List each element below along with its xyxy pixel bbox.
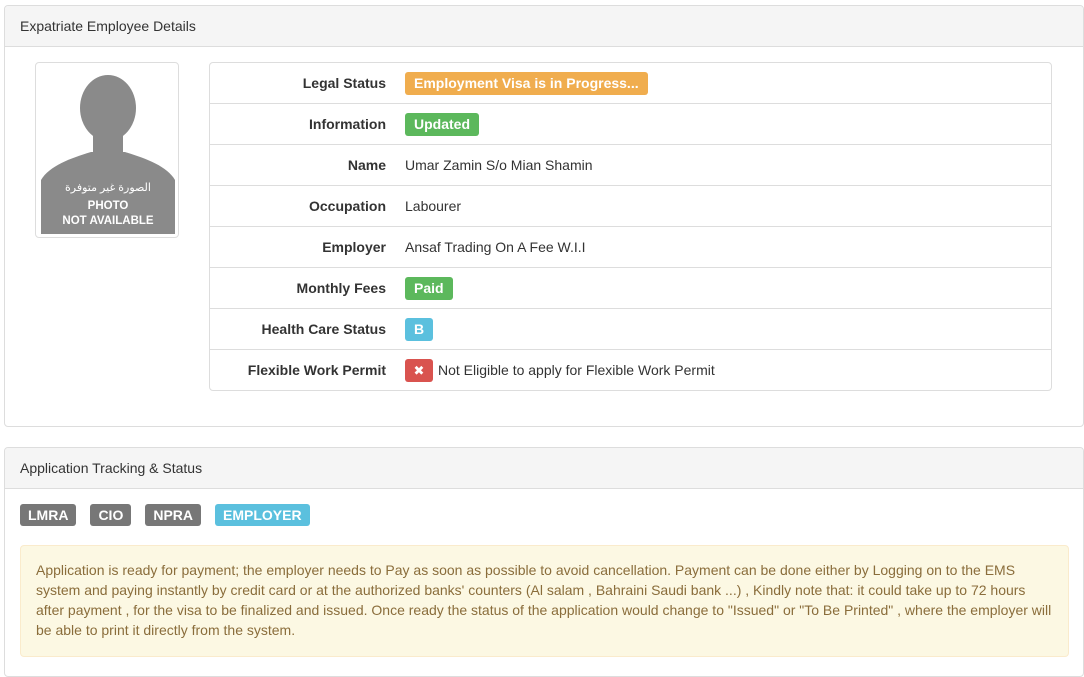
row-label: Occupation	[308, 198, 386, 214]
employee-details-table: Legal Status Employment Visa is in Progr…	[209, 62, 1052, 391]
row-health-care-status: Health Care Status B	[210, 309, 1051, 350]
stage-tag-employer: EMPLOYER	[215, 504, 310, 526]
row-label: Legal Status	[302, 75, 386, 91]
employer-value: Ansaf Trading On A Fee W.I.I	[405, 239, 586, 255]
row-label: Monthly Fees	[296, 280, 386, 296]
row-label: Employer	[322, 239, 386, 255]
photo-text-line2: NOT AVAILABLE	[62, 215, 154, 227]
photo-text-line1: PHOTO	[87, 200, 129, 212]
row-information: Information Updated	[210, 104, 1051, 145]
employee-photo: الصورة غير متوفرة PHOTO NOT AVAILABLE	[35, 62, 179, 238]
employee-details-panel: Expatriate Employee Details الصورة غير م…	[4, 5, 1084, 427]
application-tracking-heading: Application Tracking & Status	[5, 448, 1083, 489]
name-value: Umar Zamin S/o Mian Shamin	[405, 157, 593, 173]
row-name: Name Umar Zamin S/o Mian Shamin	[210, 145, 1051, 186]
status-message-alert: Application is ready for payment; the em…	[20, 545, 1069, 657]
close-icon: ✖	[405, 358, 433, 382]
stage-tag-lmra: LMRA	[20, 504, 77, 526]
row-flexible-work-permit: Flexible Work Permit ✖ Not Eligible to a…	[210, 350, 1051, 391]
legal-status-badge: Employment Visa is in Progress...	[405, 71, 648, 95]
flexible-permit-value: Not Eligible to apply for Flexible Work …	[438, 362, 715, 378]
stage-tag-npra: NPRA	[145, 504, 201, 526]
row-occupation: Occupation Labourer	[210, 186, 1051, 227]
photo-arabic-text: الصورة غير متوفرة	[65, 182, 151, 194]
stage-tag-cio: CIO	[90, 504, 132, 526]
row-legal-status: Legal Status Employment Visa is in Progr…	[210, 63, 1051, 104]
monthly-fees-badge: Paid	[405, 276, 453, 300]
row-label: Health Care Status	[261, 321, 386, 337]
occupation-value: Labourer	[405, 198, 462, 214]
row-label: Flexible Work Permit	[247, 362, 386, 378]
health-care-badge: B	[405, 317, 434, 341]
row-label: Information	[309, 116, 386, 132]
application-tracking-panel: Application Tracking & Status LMRA CIO N…	[4, 447, 1084, 677]
tracking-stages: LMRA CIO NPRA EMPLOYER	[20, 504, 310, 526]
information-badge: Updated	[405, 112, 479, 136]
row-label: Name	[347, 157, 386, 173]
employee-details-heading: Expatriate Employee Details	[5, 6, 1083, 47]
row-employer: Employer Ansaf Trading On A Fee W.I.I	[210, 227, 1051, 268]
row-monthly-fees: Monthly Fees Paid	[210, 268, 1051, 309]
